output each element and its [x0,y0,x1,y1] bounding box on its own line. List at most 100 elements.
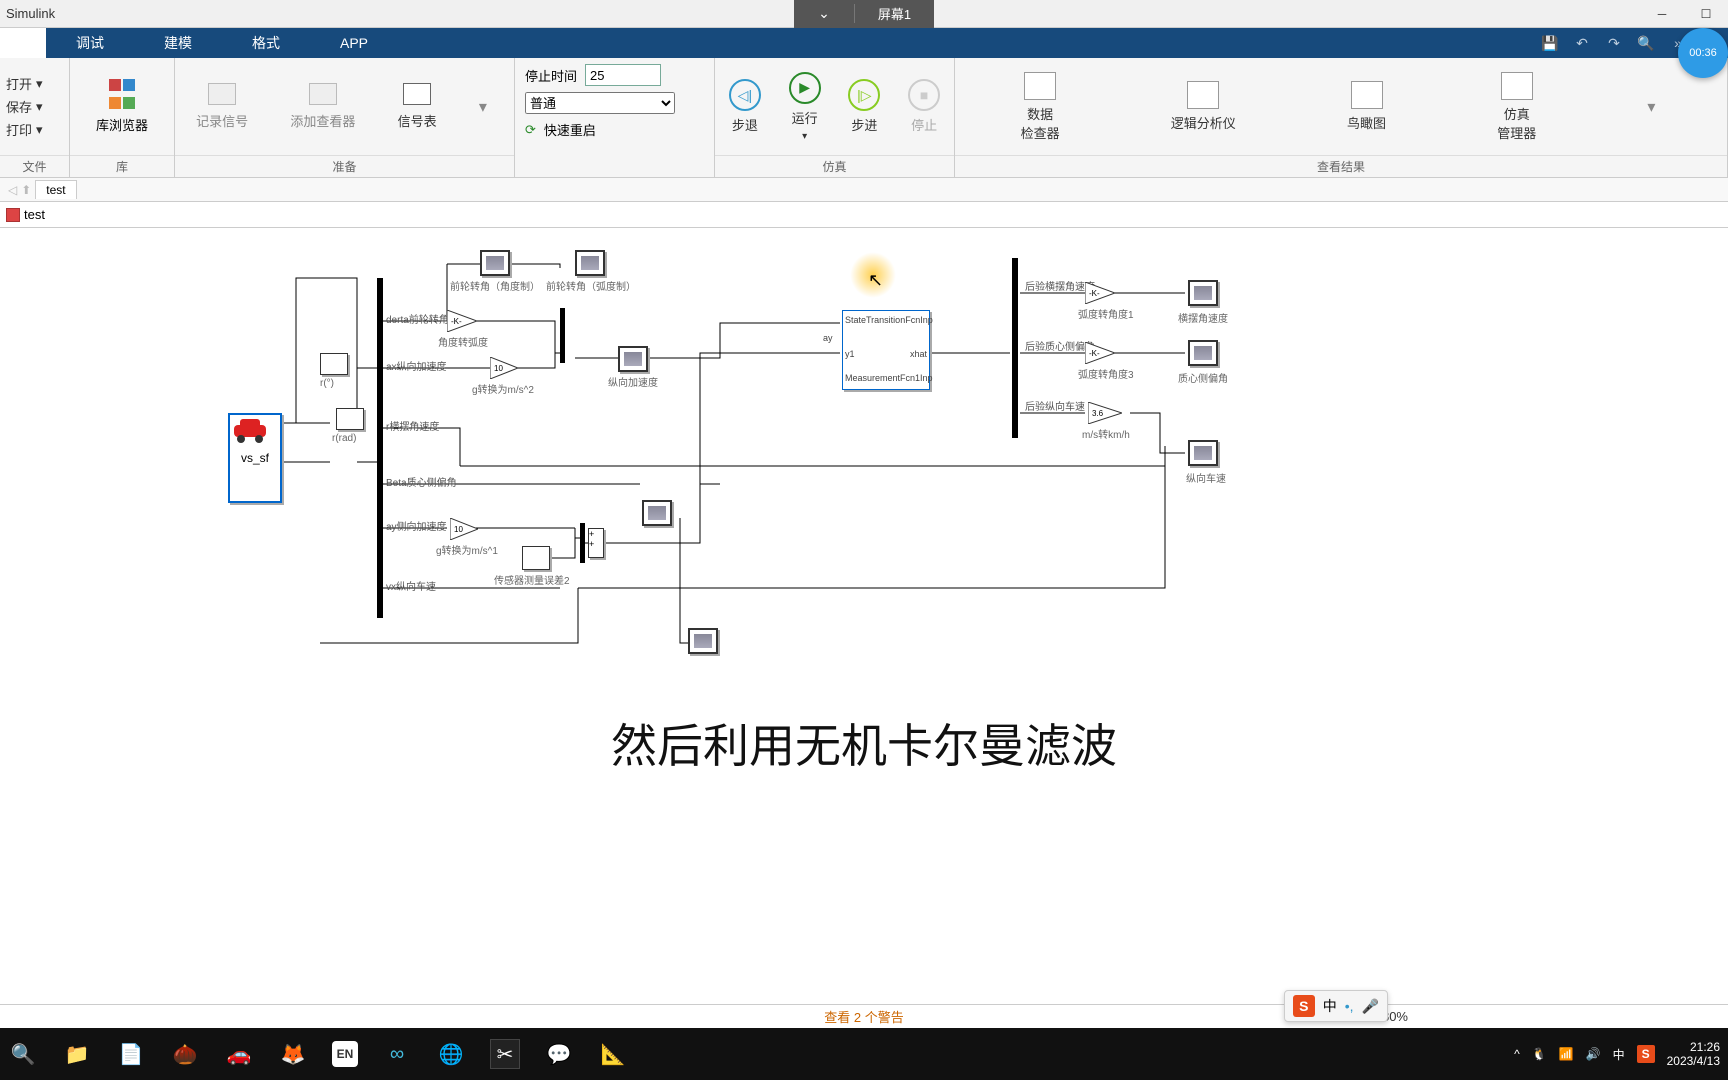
birdseye-icon [1351,81,1383,109]
car-app-icon[interactable]: 🚗 [224,1039,254,1069]
windows-taskbar: 🔍 📁 📄 🌰 🚗 🦊 EN ∞ 🌐 ✂ 💬 📐 ^ 🐧 📶 🔊 中 S 21:… [0,1028,1728,1080]
tab-simulate[interactable] [0,28,46,58]
wechat-icon[interactable]: 💬 [544,1039,574,1069]
step-back-icon: ◁| [729,79,761,111]
undo-icon[interactable]: ↶ [1570,31,1594,55]
logic-analyzer-button[interactable]: 逻辑分析仪 [1171,81,1236,132]
document-tab[interactable]: test [35,180,76,199]
sum-block[interactable]: ++ [588,528,604,558]
mux-bar-2[interactable] [580,523,585,563]
log-signal-button[interactable]: 记录信号 [196,83,248,130]
display-r-rad[interactable] [336,408,364,430]
file-explorer-icon[interactable]: 📁 [62,1039,92,1069]
screen-selector[interactable]: ⌄ 屏幕1 [794,0,934,28]
noise-block[interactable] [522,546,550,570]
gain-ms2kmh[interactable]: 3.6 [1088,402,1122,424]
vehicle-model-label: vs_sf [241,451,269,465]
scope-yaw[interactable] [1188,280,1218,306]
cloud-app-icon[interactable]: ∞ [382,1039,412,1069]
library-icon[interactable] [109,79,135,91]
stop-time-input[interactable] [585,64,661,86]
label-rad2deg3: 弧度转角度3 [1078,366,1134,381]
ime-lang[interactable]: 中 [1323,996,1337,1016]
tab-app[interactable]: APP [310,28,398,58]
label-scope-yaw: 横摆角速度 [1178,310,1228,325]
scope-front-rad[interactable] [575,250,605,276]
tab-debug[interactable]: 调试 [46,28,134,58]
display-r-deg[interactable] [320,353,348,375]
volume-icon[interactable]: 🔊 [1586,1047,1601,1061]
run-button[interactable]: ▶ 运行▾ [789,72,821,142]
expand-arrow-icon[interactable]: ▾ [479,97,493,117]
warnings-link[interactable]: 查看 2 个警告 [824,1007,903,1026]
edge-icon[interactable]: 🌐 [436,1039,466,1069]
matlab-icon[interactable]: 📐 [598,1039,628,1069]
ime-indicator[interactable]: 中 [1613,1046,1625,1063]
group-label-results: 查看结果 [955,155,1727,177]
step-back-button[interactable]: ◁| 步退 [729,79,761,134]
birdseye-button[interactable]: 鸟瞰图 [1347,81,1386,132]
signal-icon [208,83,236,105]
nav-up-icon[interactable]: ⬆ [21,183,31,197]
simulation-mode-select[interactable]: 普通 [525,92,675,114]
breadcrumb-model[interactable]: test [24,207,45,222]
logic-analyzer-icon [1187,81,1219,109]
demux-bar-right[interactable] [1012,258,1018,438]
minimize-button[interactable]: ─ [1640,0,1684,28]
capcut-icon[interactable]: ✂ [490,1039,520,1069]
mux-bar[interactable] [560,308,565,363]
scope-vx[interactable] [1188,440,1218,466]
new-file-icon[interactable]: 📄 [116,1039,146,1069]
label-vx-post: 后验纵向车速 [1025,398,1085,413]
ime-mic-icon[interactable]: 🎤 [1362,998,1379,1015]
search-icon[interactable]: 🔍 [8,1039,38,1069]
sim-manager-icon [1501,72,1533,100]
sim-manager-button[interactable]: 仿真 管理器 [1497,72,1536,142]
tray-app-icon[interactable]: 🐧 [1532,1047,1547,1061]
add-viewer-button[interactable]: 添加查看器 [290,83,355,130]
model-canvas[interactable]: vs_sf r(°) r(rad) derta前轮转角 ax纵向加速度 r横摆角… [0,228,1728,792]
ime-punct-icon[interactable]: •, [1345,998,1354,1014]
kalman-filter-block[interactable]: StateTransitionFcnInp ay y1 MeasurementF… [842,310,930,390]
tab-modeling[interactable]: 建模 [134,28,222,58]
scope-bottom[interactable] [688,628,718,654]
scope-ay[interactable] [642,500,672,526]
vehicle-model-block[interactable]: vs_sf [228,413,282,503]
ime-toolbar[interactable]: S 中 •, 🎤 [1284,990,1388,1022]
label-r-deg: r(°) [320,378,334,389]
gain-g2ms2[interactable]: 10 [490,357,518,379]
fast-restart-button[interactable]: 快速重启 [544,120,596,139]
network-icon[interactable]: 📶 [1559,1047,1574,1061]
gain-g2ms2-1[interactable]: 10 [450,518,478,540]
endnote-icon[interactable]: EN [332,1041,358,1067]
signal-table-button[interactable]: 信号表 [398,83,437,130]
redo-icon[interactable]: ↷ [1602,31,1626,55]
acorn-icon[interactable]: 🌰 [170,1039,200,1069]
nav-back-icon[interactable]: ◁ [8,183,17,197]
sogou-tray-icon[interactable]: S [1637,1045,1655,1063]
gain-rad2deg1[interactable]: -K- [1085,282,1115,304]
open-button[interactable]: 打开 ▾ [6,74,43,93]
taskbar-clock[interactable]: 21:26 2023/4/13 [1667,1040,1720,1069]
maximize-button[interactable]: ☐ [1684,0,1728,28]
tray-up-icon[interactable]: ^ [1514,1047,1520,1061]
firefox-icon[interactable]: 🦊 [278,1039,308,1069]
fast-restart-icon[interactable]: ⟳ [525,122,536,138]
save-icon[interactable]: 💾 [1538,31,1562,55]
signal-label-beta: Beta质心侧偏角 [386,474,457,489]
data-inspector-button[interactable]: 数据 检查器 [1021,72,1060,142]
save-button[interactable]: 保存 ▾ [6,97,43,116]
stop-button[interactable]: ■ 停止 [908,79,940,134]
search-icon[interactable]: 🔍 [1634,31,1658,55]
scope-beta[interactable] [1188,340,1218,366]
demux-bar-left[interactable] [377,278,383,618]
gain-rad2deg3[interactable]: -K- [1085,342,1115,364]
gain-deg2rad[interactable]: -K- [447,310,477,332]
scope-front-deg[interactable] [480,250,510,276]
scope-ax[interactable] [618,346,648,372]
tab-format[interactable]: 格式 [222,28,310,58]
step-forward-button[interactable]: |▷ 步进 [848,79,880,134]
expand-arrow-icon[interactable]: ▾ [1647,97,1661,117]
print-button[interactable]: 打印 ▾ [6,120,43,139]
library-browser-button[interactable]: 库浏览器 [96,115,148,134]
